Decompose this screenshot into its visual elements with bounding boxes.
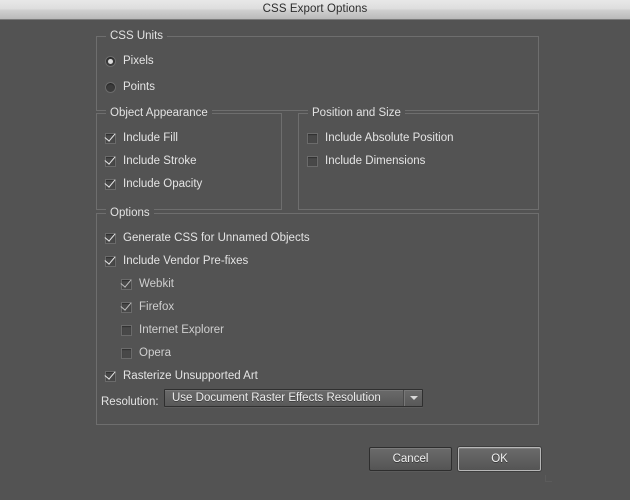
group-options-title: Options: [106, 207, 154, 220]
checkbox-row-rasterize-unsupported-art[interactable]: Rasterize Unsupported Art: [105, 370, 258, 383]
checkbox-opera[interactable]: [121, 348, 132, 359]
radio-points[interactable]: [105, 82, 116, 93]
resolution-dropdown[interactable]: Use Document Raster Effects Resolution: [164, 389, 423, 407]
radio-points-label: Points: [123, 81, 155, 93]
checkbox-generate-css-unnamed-label: Generate CSS for Unnamed Objects: [123, 232, 310, 244]
resolution-dropdown-value: Use Document Raster Effects Resolution: [172, 392, 381, 404]
group-position-and-size: Position and Size Include Absolute Posit…: [298, 107, 539, 210]
checkbox-row-firefox[interactable]: Firefox: [121, 301, 174, 314]
checkbox-row-include-dimensions[interactable]: Include Dimensions: [307, 155, 425, 168]
checkbox-rasterize-unsupported-art-label: Rasterize Unsupported Art: [123, 370, 258, 382]
checkbox-firefox-label: Firefox: [139, 301, 175, 313]
group-options: Options Generate CSS for Unnamed Objects…: [96, 207, 539, 425]
checkbox-row-include-opacity[interactable]: Include Opacity: [105, 178, 202, 191]
checkbox-include-stroke-label: Include Stroke: [123, 155, 197, 167]
window-title: CSS Export Options: [262, 3, 368, 15]
radio-pixels[interactable]: [105, 56, 116, 67]
group-object-appearance-title: Object Appearance: [106, 107, 212, 120]
checkbox-internet-explorer[interactable]: [121, 325, 132, 336]
checkbox-row-include-absolute-position[interactable]: Include Absolute Position: [307, 132, 454, 145]
checkbox-include-fill-label: Include Fill: [123, 132, 178, 144]
checkbox-include-vendor-prefixes-label: Include Vendor Pre-fixes: [123, 255, 249, 267]
checkbox-row-generate-css-unnamed[interactable]: Generate CSS for Unnamed Objects: [105, 232, 310, 245]
checkbox-include-dimensions-label: Include Dimensions: [325, 155, 426, 167]
radio-pixels-label: Pixels: [123, 55, 154, 67]
resolution-label: Resolution:: [101, 396, 159, 408]
checkbox-include-vendor-prefixes[interactable]: [105, 256, 116, 267]
checkbox-rasterize-unsupported-art[interactable]: [105, 371, 116, 382]
checkbox-include-fill[interactable]: [105, 133, 116, 144]
checkbox-row-include-stroke[interactable]: Include Stroke: [105, 155, 197, 168]
css-export-options-dialog: CSS Export Options CSS Units Pixels Poin…: [0, 0, 630, 500]
checkbox-row-include-vendor-prefixes[interactable]: Include Vendor Pre-fixes: [105, 255, 248, 268]
radio-row-points[interactable]: Points: [105, 81, 155, 94]
group-position-and-size-title: Position and Size: [308, 107, 405, 120]
chevron-down-icon[interactable]: [405, 396, 422, 400]
title-bar: CSS Export Options: [0, 0, 630, 20]
cancel-button[interactable]: Cancel: [369, 447, 452, 471]
checkbox-webkit[interactable]: [121, 279, 132, 290]
checkbox-row-internet-explorer[interactable]: Internet Explorer: [121, 324, 224, 337]
radio-row-pixels[interactable]: Pixels: [105, 55, 154, 68]
checkbox-opera-label: Opera: [139, 347, 171, 359]
resize-grip-icon[interactable]: [545, 475, 552, 482]
ok-button[interactable]: OK: [458, 447, 541, 471]
checkbox-include-dimensions[interactable]: [307, 156, 318, 167]
checkbox-include-stroke[interactable]: [105, 156, 116, 167]
group-object-appearance: Object Appearance Include Fill Include S…: [96, 107, 282, 210]
checkbox-generate-css-unnamed[interactable]: [105, 233, 116, 244]
checkbox-webkit-label: Webkit: [139, 278, 174, 290]
checkbox-firefox[interactable]: [121, 302, 132, 313]
checkbox-include-opacity-label: Include Opacity: [123, 178, 203, 190]
checkbox-include-opacity[interactable]: [105, 179, 116, 190]
dialog-body: CSS Units Pixels Points Object Appearanc…: [0, 20, 630, 500]
checkbox-include-absolute-position-label: Include Absolute Position: [325, 132, 454, 144]
resolution-label-row: Resolution:: [101, 396, 159, 409]
checkbox-row-include-fill[interactable]: Include Fill: [105, 132, 178, 145]
group-css-units-title: CSS Units: [106, 30, 168, 43]
checkbox-internet-explorer-label: Internet Explorer: [139, 324, 225, 336]
checkbox-row-webkit[interactable]: Webkit: [121, 278, 174, 291]
checkbox-include-absolute-position[interactable]: [307, 133, 318, 144]
group-css-units: CSS Units Pixels Points: [96, 30, 539, 111]
checkbox-row-opera[interactable]: Opera: [121, 347, 171, 360]
